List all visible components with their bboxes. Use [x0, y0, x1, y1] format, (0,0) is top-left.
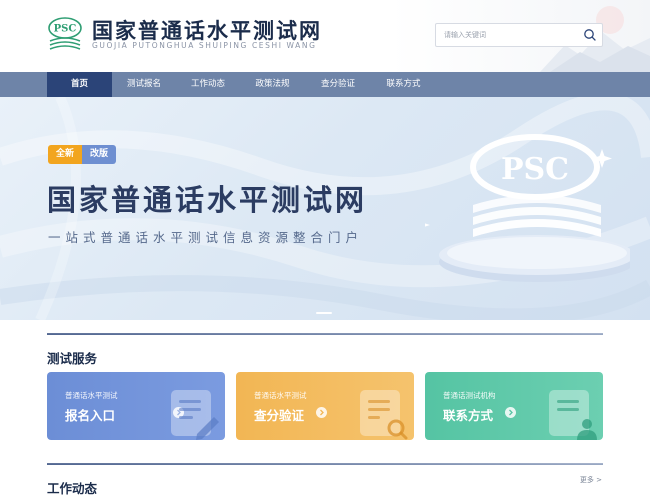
nav-item-score-check[interactable]: 查分验证: [305, 72, 371, 97]
services-section-title: 测试服务: [47, 351, 98, 366]
search-icon[interactable]: [582, 27, 598, 43]
card-title: 报名入口: [65, 408, 116, 423]
contact-person-icon: [549, 390, 597, 440]
section-divider: [47, 463, 603, 465]
chevron-right-icon: [316, 407, 327, 418]
card-caption: 普通话测试机构: [443, 391, 496, 400]
nav-item-home[interactable]: 首页: [47, 72, 112, 97]
svg-text:PSC: PSC: [54, 24, 77, 35]
nav-item-registration[interactable]: 测试报名: [112, 72, 176, 97]
card-caption: 普通话水平测试: [65, 391, 118, 400]
score-check-card[interactable]: 普通话水平测试 查分验证: [236, 372, 414, 440]
card-title: 查分验证: [254, 408, 305, 423]
svg-text:PSC: PSC: [501, 152, 569, 187]
banner-slide-indicator[interactable]: [316, 312, 332, 314]
search-input[interactable]: [436, 24, 576, 46]
nav-item-contact[interactable]: 联系方式: [371, 72, 436, 97]
document-search-icon: [360, 390, 408, 440]
news-section-title: 工作动态: [47, 481, 98, 496]
site-header: PSC 国家普通话水平测试网 GUOJIA PUTONGHUA SHUIPING…: [0, 0, 650, 72]
nav-item-policy[interactable]: 政策法规: [240, 72, 305, 97]
hero-banner[interactable]: 全新 改版 国家普通话水平测试网 一站式普通话水平测试信息资源整合门户 PSC: [0, 97, 650, 320]
search-box: [435, 23, 603, 47]
edit-form-icon: [171, 390, 219, 440]
card-title: 联系方式: [443, 408, 494, 423]
main-nav: 首页 测试报名 工作动态 政策法规 查分验证 联系方式: [0, 72, 650, 97]
chevron-right-icon: [505, 407, 516, 418]
site-subtitle: GUOJIA PUTONGHUA SHUIPING CESHI WANG: [92, 41, 317, 50]
new-version-badge: 全新 改版: [48, 145, 117, 164]
badge-new-label: 全新: [48, 145, 83, 164]
nav-item-news[interactable]: 工作动态: [176, 72, 240, 97]
section-divider: [47, 333, 603, 335]
psc-logo-icon: PSC: [48, 17, 82, 50]
card-caption: 普通话水平测试: [254, 391, 307, 400]
more-news-link[interactable]: 更多 >: [580, 475, 602, 485]
contact-card[interactable]: 普通话测试机构 联系方式: [425, 372, 603, 440]
registration-card[interactable]: 普通话水平测试 报名入口: [47, 372, 225, 440]
badge-revised-label: 改版: [82, 145, 117, 164]
banner-subtitle: 一站式普通话水平测试信息资源整合门户: [48, 230, 364, 245]
banner-title: 国家普通话水平测试网: [47, 183, 368, 217]
psc-emblem-icon: PSC: [425, 134, 630, 282]
